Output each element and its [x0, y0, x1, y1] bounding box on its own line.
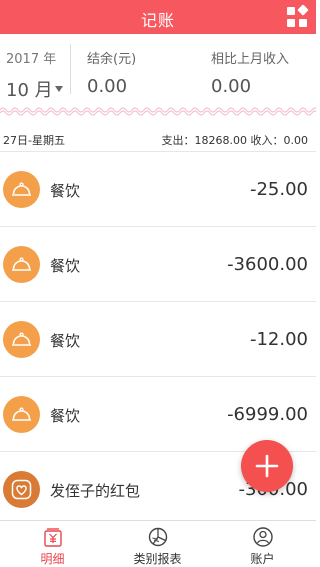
- heart-icon: [3, 471, 40, 508]
- compare-value: 0.00: [211, 76, 252, 97]
- app-header: 记账: [0, 0, 316, 34]
- balance-label: 结余(元): [87, 52, 137, 67]
- transaction-amount: -12.00: [249, 329, 308, 350]
- compare-label: 相比上月收入: [211, 52, 290, 67]
- month-selector[interactable]: 10 月: [6, 76, 63, 102]
- month-label: 10 月: [6, 80, 53, 101]
- transaction-category: 餐饮: [50, 182, 81, 200]
- user-icon: [253, 527, 273, 547]
- tab-category-report[interactable]: 类别报表: [105, 521, 210, 567]
- transaction-row[interactable]: 餐饮 -3600.00: [0, 227, 316, 302]
- day-totals: 支出：18268.00 收入：0.00: [161, 134, 308, 147]
- dining-cloche-icon: [3, 246, 40, 283]
- grid-menu-icon[interactable]: [286, 4, 309, 28]
- tab-account[interactable]: 账户: [210, 521, 315, 567]
- dining-cloche-icon: [3, 321, 40, 358]
- transaction-category: 餐饮: [50, 407, 81, 425]
- dining-cloche-icon: [3, 396, 40, 433]
- divider: [70, 44, 71, 94]
- pie-chart-icon: [148, 527, 168, 547]
- wave-divider: [0, 107, 316, 116]
- ledger-icon: [44, 528, 62, 547]
- transaction-row[interactable]: 餐饮 -25.00: [0, 152, 316, 227]
- tab-label: 类别报表: [133, 552, 182, 566]
- add-transaction-button[interactable]: [241, 440, 293, 492]
- caret-down-icon: [54, 86, 63, 92]
- transaction-amount: -25.00: [249, 179, 308, 200]
- transaction-row[interactable]: 餐饮 -12.00: [0, 302, 316, 377]
- transaction-category: 餐饮: [50, 257, 81, 275]
- balance-value: 0.00: [87, 76, 128, 97]
- bottom-tab-bar: 明细 类别报表 账户: [0, 520, 316, 567]
- tab-label: 账户: [250, 552, 275, 566]
- tab-label: 明细: [40, 552, 65, 566]
- dining-cloche-icon: [3, 171, 40, 208]
- transaction-category: 发侄子的红包: [50, 482, 141, 500]
- transaction-amount: -6999.00: [227, 404, 308, 425]
- year-label: 2017 年: [6, 52, 57, 67]
- transaction-amount: -3600.00: [227, 254, 308, 275]
- day-header: 27日-星期五 支出：18268.00 收入：0.00: [0, 124, 316, 152]
- plus-icon: [255, 454, 279, 478]
- transaction-category: 餐饮: [50, 332, 81, 350]
- month-summary: 2017 年 10 月 结余(元) 0.00 相比上月收入 0.00: [0, 34, 316, 104]
- tab-details[interactable]: 明细: [0, 521, 105, 567]
- day-date: 27日-星期五: [3, 134, 65, 147]
- page-title: 记账: [140, 11, 175, 30]
